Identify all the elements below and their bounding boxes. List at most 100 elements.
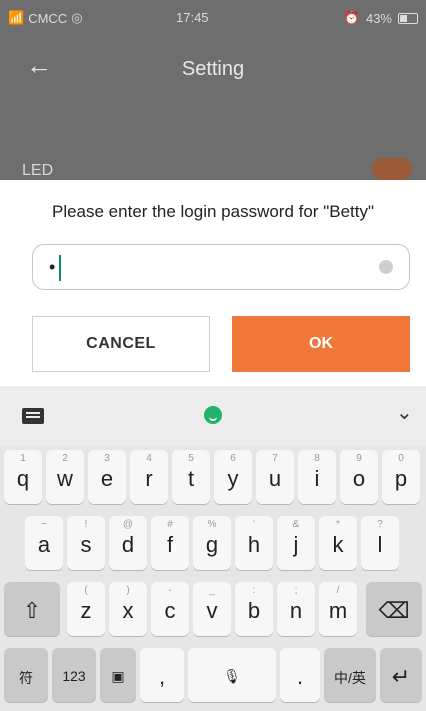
key-g[interactable]: % g xyxy=(193,516,231,570)
key-label: 123 xyxy=(62,668,86,684)
password-dialog: Please enter the login password for "Bet… xyxy=(0,180,426,386)
key-label: e xyxy=(100,466,114,491)
password-input[interactable]: • xyxy=(32,244,410,290)
key-label: x xyxy=(122,598,134,623)
key-hint: ) xyxy=(126,585,130,596)
battery-icon xyxy=(398,12,418,24)
password-mask: • xyxy=(49,257,56,277)
clipboard-key[interactable]: ▣ xyxy=(100,648,136,702)
key-hint: @ xyxy=(122,519,134,530)
key-z[interactable]: (z xyxy=(67,582,105,636)
key-label: u xyxy=(268,466,282,491)
app-bar: ← Setting xyxy=(0,40,426,96)
key-j[interactable]: & j xyxy=(277,516,315,570)
status-bar: 📶 CMCC ◎ 17:45 ⏰ 43% xyxy=(0,0,426,36)
carrier-name: CMCC xyxy=(28,10,68,26)
key-d[interactable]: @ d xyxy=(109,516,147,570)
key-label: ▣ xyxy=(111,668,125,684)
key-x[interactable]: ) x xyxy=(109,582,147,636)
enter-key[interactable]: ↵ xyxy=(380,648,422,702)
key-u[interactable]: 7u xyxy=(256,450,294,504)
key-m[interactable]: / m xyxy=(319,582,357,636)
key-p[interactable]: 0p xyxy=(382,450,420,504)
key-label: . xyxy=(296,664,304,689)
key-label: w xyxy=(57,466,73,491)
key-i[interactable]: 8i xyxy=(298,450,336,504)
backspace-key[interactable]: ⌫ xyxy=(366,582,422,636)
key-hint: ; xyxy=(294,585,298,596)
key-b[interactable]: :b xyxy=(235,582,273,636)
space-voice-key[interactable]: 🎙 xyxy=(188,648,276,702)
keyboard-icon[interactable] xyxy=(22,408,44,424)
key-hint: 2 xyxy=(62,453,68,464)
key-label: v xyxy=(206,598,218,623)
alarm-icon: ⏰ xyxy=(343,10,360,25)
key-label: z xyxy=(80,598,92,623)
key-hint: : xyxy=(252,585,256,596)
language-switch-key[interactable]: 中/英 xyxy=(324,648,376,702)
key-label: f xyxy=(166,532,174,557)
key-hint: 0 xyxy=(398,453,404,464)
key-label: ⇧ xyxy=(22,598,42,623)
key-label: i xyxy=(314,466,320,491)
key-label: ↵ xyxy=(391,664,411,689)
key-e[interactable]: 3e xyxy=(88,450,126,504)
key-label: s xyxy=(80,532,92,557)
key-hint: 5 xyxy=(188,453,194,464)
key-l[interactable]: ? l xyxy=(361,516,399,570)
key-label: d xyxy=(121,532,135,557)
signal-icon: 📶 xyxy=(8,10,25,25)
key-label: j xyxy=(293,532,299,557)
chevron-down-icon[interactable]: ⌄ xyxy=(396,400,413,425)
setting-toggle xyxy=(372,158,412,180)
clear-input-icon[interactable] xyxy=(379,260,393,274)
soft-keyboard: ⌄ 1 q 2 w 3 e 4 r 5 t 6 y 7 u 8 i 9 o 0 p ~ a! s @ d # f% g ' h & j * k? l… xyxy=(0,386,426,711)
key-hint: ? xyxy=(377,519,383,530)
key-hint: % xyxy=(207,519,217,530)
key-hint: 3 xyxy=(104,453,110,464)
key-label: l xyxy=(377,532,383,557)
key-hint: 4 xyxy=(146,453,152,464)
key-h[interactable]: ' h xyxy=(235,516,273,570)
period-key[interactable]: . xyxy=(280,648,320,702)
key-f[interactable]: # f xyxy=(151,516,189,570)
key-s[interactable]: ! s xyxy=(67,516,105,570)
key-hint: ! xyxy=(84,519,88,530)
cancel-button[interactable]: CANCEL xyxy=(32,316,210,372)
key-hint: - xyxy=(168,585,172,596)
page-title: Setting xyxy=(181,58,245,80)
emoji-icon[interactable] xyxy=(204,406,222,424)
key-label: 符 xyxy=(19,670,33,686)
status-left: 📶 CMCC ◎ xyxy=(8,10,83,26)
symbols-key[interactable]: 符 xyxy=(4,648,48,702)
key-hint: / xyxy=(336,585,340,596)
key-label: , xyxy=(158,664,166,689)
key-w[interactable]: 2w xyxy=(46,450,84,504)
shift-key[interactable]: ⇧ xyxy=(4,582,60,636)
key-label: p xyxy=(394,466,408,491)
key-a[interactable]: ~ a xyxy=(25,516,63,570)
key-y[interactable]: 6y xyxy=(214,450,252,504)
setting-row-label: LED xyxy=(22,162,54,179)
battery-percent: 43% xyxy=(365,10,392,26)
numbers-key[interactable]: 123 xyxy=(52,648,96,702)
key-label: g xyxy=(205,532,219,557)
key-label: a xyxy=(37,532,51,557)
key-r[interactable]: 4r xyxy=(130,450,168,504)
status-time: 17:45 xyxy=(176,10,209,25)
key-label: q xyxy=(16,466,30,491)
key-k[interactable]: * k xyxy=(319,516,357,570)
key-t[interactable]: 5t xyxy=(172,450,210,504)
key-label: t xyxy=(187,466,195,491)
key-o[interactable]: 9o xyxy=(340,450,378,504)
key-q[interactable]: 1q xyxy=(4,450,42,504)
status-right: ⏰ 43% xyxy=(344,10,418,26)
key-n[interactable]: ; n xyxy=(277,582,315,636)
key-v[interactable]: _ v xyxy=(193,582,231,636)
key-label: r xyxy=(145,466,153,491)
comma-key[interactable]: , xyxy=(140,648,184,702)
key-hint: ~ xyxy=(41,519,47,530)
key-label: c xyxy=(164,598,176,623)
key-c[interactable]: -c xyxy=(151,582,189,636)
ok-button[interactable]: OK xyxy=(232,316,410,372)
